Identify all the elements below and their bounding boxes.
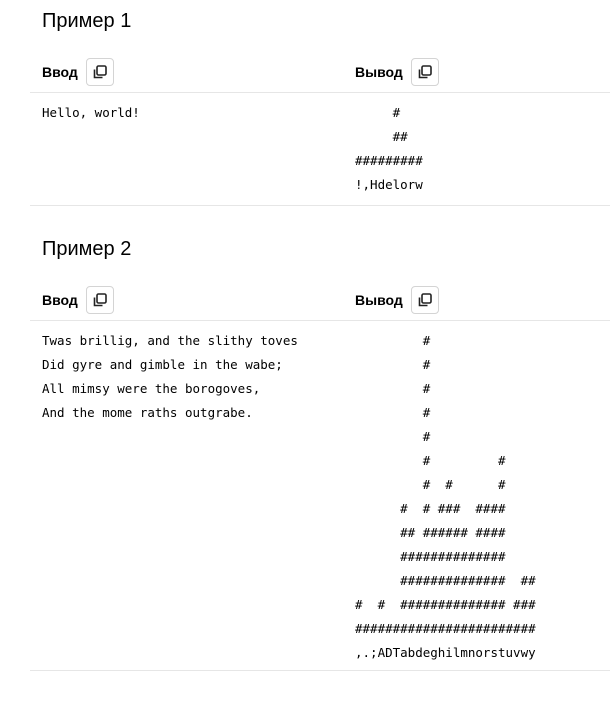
copy-icon [418, 65, 432, 79]
divider [30, 320, 610, 321]
example-title: Пример 2 [42, 238, 132, 260]
copy-output-button[interactable] [410, 286, 439, 314]
output-label: Вывод [355, 64, 403, 80]
input-label: Ввод [42, 64, 78, 80]
divider [30, 670, 610, 671]
example-title: Пример 1 [42, 10, 132, 32]
divider [30, 92, 610, 93]
output-label: Вывод [355, 292, 403, 308]
input-block[interactable]: Twas brillig, and the slithy toves Did g… [42, 329, 298, 425]
copy-input-button[interactable] [85, 286, 114, 314]
divider [30, 205, 610, 206]
output-header: Вывод [355, 285, 439, 315]
input-header: Ввод [42, 285, 114, 315]
input-label: Ввод [42, 292, 78, 308]
input-block[interactable]: Hello, world! [42, 101, 140, 125]
copy-output-button[interactable] [410, 58, 439, 86]
input-header: Ввод [42, 57, 114, 87]
copy-icon [418, 293, 432, 307]
copy-input-button[interactable] [85, 58, 114, 86]
copy-icon [93, 293, 107, 307]
copy-icon [93, 65, 107, 79]
output-block[interactable]: # ## ######### !,Hdelorw [355, 101, 423, 197]
output-header: Вывод [355, 57, 439, 87]
output-block[interactable]: # # # # # # # # # # # # ### #### ## ####… [355, 329, 536, 665]
